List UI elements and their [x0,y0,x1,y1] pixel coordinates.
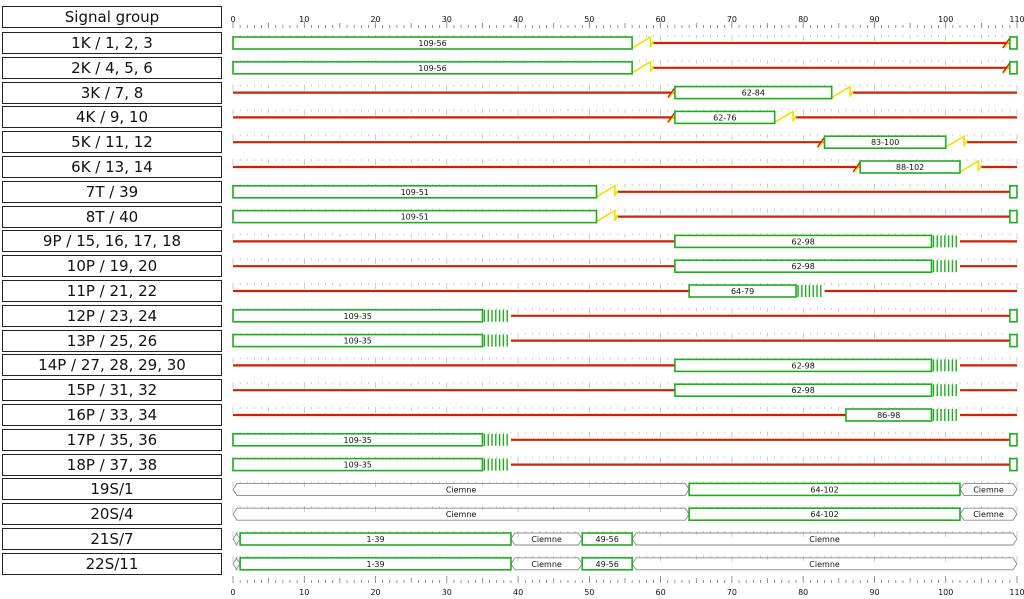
signal-row: 109-51 [232,208,1018,224]
signal-row: 62-76 [232,109,1018,125]
green-phase-label: 86-98 [877,411,900,420]
green-phase-label: 62-98 [792,361,815,370]
green-phase-label: 109-56 [418,39,446,48]
dark-phase [232,557,241,571]
signal-row: 62-98 [232,233,1018,249]
green-phase-label: 109-35 [344,337,372,346]
green-phase-bar [1009,36,1018,50]
signal-row: 109-35 [232,307,1018,323]
dark-phase-label: Ciemne [809,535,840,544]
dark-phase-label: Ciemne [973,510,1004,519]
x-tick-label-bottom: 100 [938,588,953,597]
green-phase-label: 1-39 [366,560,384,569]
x-tick-label-bottom: 70 [727,588,737,597]
green-phase-label: 64-102 [810,485,838,494]
dark-phase-label: Ciemne [446,485,477,494]
x-tick-label-bottom: 20 [370,588,380,597]
green-phase-bar [1009,432,1018,447]
signal-row: 109-51 [232,183,1018,199]
signal-row: Ciemne Ciemne 64-102 [232,481,1018,497]
signal-row: 62-98 [232,357,1018,373]
green-phase-label: 49-56 [596,560,619,569]
green-phase-bar [1009,457,1018,472]
x-tick-label-bottom: 50 [584,588,594,597]
x-tick-label-bottom: 40 [513,588,523,597]
signal-row: 64-79 [232,283,1018,298]
signal-row: 109-35 [232,332,1018,348]
green-phase-bar [1009,308,1018,323]
signal-row: Ciemne Ciemne 1-39 49-56 [232,531,1018,546]
x-tick-label-bottom: 80 [798,588,808,597]
signal-row: 109-56 [232,59,1018,75]
signal-row: 109-35 [232,456,1018,472]
signal-timing-chart: 0010102020303040405050606070708080909010… [230,15,1024,597]
green-phase-label: 64-102 [810,510,838,519]
green-phase-bar [1009,209,1018,224]
green-phase-label: 62-76 [713,113,736,122]
green-phase-label: 109-35 [344,436,372,445]
signal-row: 62-98 [232,382,1018,398]
green-phase-label: 62-98 [792,386,815,395]
signal-row: 62-84 [232,84,1018,100]
green-phase-label: 109-51 [401,213,429,222]
green-phase-label: 88-102 [896,163,924,172]
signal-row: 109-35 [232,431,1018,447]
signal-row: 83-100 [232,134,1018,149]
green-phase-label: 109-35 [344,461,372,470]
dark-phase-label: Ciemne [531,535,562,544]
signal-row: Ciemne Ciemne 1-39 49-56 [232,555,1018,571]
x-tick-label-bottom: 60 [656,588,666,597]
green-phase-bar [1009,185,1018,199]
green-phase-label: 109-35 [344,312,372,321]
signal-row: 109-56 [232,35,1018,50]
green-phase-label: 64-79 [731,287,754,296]
x-tick-label-bottom: 30 [442,588,452,597]
x-tick-label-bottom: 10 [299,588,309,597]
green-phase-bar [1009,60,1018,75]
signal-row: 88-102 [232,159,1018,174]
signal-row: Ciemne Ciemne 64-102 [232,506,1018,522]
green-phase-label: 1-39 [366,535,384,544]
dark-phase-label: Ciemne [973,485,1004,494]
signal-row: 86-98 [232,407,1018,422]
green-phase-label: 62-98 [792,262,815,271]
signal-row: 62-98 [232,258,1018,274]
green-phase-label: 83-100 [871,138,899,147]
green-phase-label: 109-51 [401,188,429,197]
x-tick-label-bottom: 110 [1009,588,1024,597]
green-phase-bar [1009,333,1018,348]
x-tick-label-bottom: 0 [230,588,235,597]
dark-phase-label: Ciemne [446,510,477,519]
green-phase-label: 62-84 [742,89,765,98]
green-phase-label: 109-56 [418,64,446,73]
green-phase-label: 49-56 [596,535,619,544]
green-phase-label: 62-98 [792,237,815,246]
x-tick-label-bottom: 90 [869,588,879,597]
dark-phase [232,532,241,546]
dark-phase-label: Ciemne [809,560,840,569]
dark-phase-label: Ciemne [531,560,562,569]
